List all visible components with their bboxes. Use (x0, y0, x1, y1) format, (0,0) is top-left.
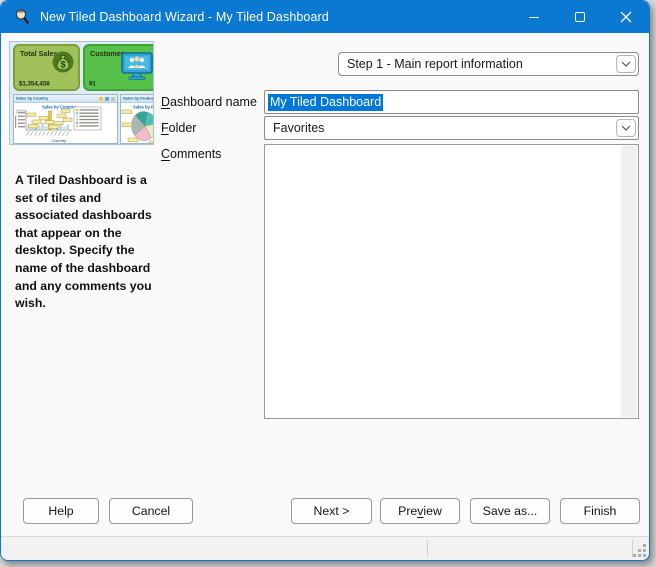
preview-tile-total-sales: Total Sales $ $1,354,458 (13, 44, 80, 91)
tile-value: $1,354,458 (19, 80, 50, 87)
comments-label: Comments (161, 147, 221, 161)
mini-bar-chart (14, 104, 117, 138)
grid-icon (111, 97, 115, 101)
dashboard-name-label: Dashboard name (161, 95, 257, 109)
label-rest: ashboard name (170, 95, 257, 109)
folder-select[interactable]: Favorites (264, 116, 639, 140)
folder-label: Folder (161, 121, 196, 135)
export-icon (99, 97, 103, 101)
comments-textarea[interactable] (266, 146, 621, 417)
comments-field (264, 144, 639, 419)
description-text: A Tiled Dashboard is a set of tiles and … (15, 172, 158, 313)
chevron-down-icon (621, 61, 631, 67)
mini-pie-chart (121, 108, 154, 144)
chevron-down-icon (621, 125, 631, 131)
title-bar[interactable]: New Tiled Dashboard Wizard - My Tiled Da… (1, 1, 649, 33)
label-mnemonic: C (161, 147, 170, 161)
comments-scrollbar[interactable] (621, 146, 637, 417)
status-bar (1, 536, 649, 560)
finish-button[interactable]: Finish (560, 498, 640, 524)
status-divider (427, 540, 428, 557)
preview-tile-customers: Customers 91 (83, 44, 154, 91)
panel-title: Sales by Product Category (123, 96, 154, 100)
preview-panel-sales-by-product: Sales by Product Category Sales by Produ… (120, 94, 154, 144)
dashboard-preview: Total Sales $ $1,354,458 Customers (9, 41, 154, 145)
minimize-icon (529, 17, 539, 18)
refresh-icon (105, 97, 109, 101)
preview-label-post: iew (423, 504, 441, 518)
label-rest: omments (170, 147, 221, 161)
minimize-button[interactable] (511, 1, 557, 33)
step-selector[interactable]: Step 1 - Main report information (338, 52, 639, 76)
step-selector-value: Step 1 - Main report information (347, 57, 523, 71)
cancel-button[interactable]: Cancel (109, 498, 193, 524)
label-rest: older (169, 121, 197, 135)
preview-panel-sales-by-country: Sales by Country Sales by Country (13, 94, 118, 144)
selected-text: My Tiled Dashboard (268, 94, 383, 111)
window-title: New Tiled Dashboard Wizard - My Tiled Da… (40, 10, 329, 24)
maximize-icon (575, 12, 585, 22)
folder-select-value: Favorites (273, 121, 324, 135)
wizard-wand-icon (14, 9, 31, 26)
label-mnemonic: D (161, 95, 170, 109)
customers-monitor-icon (120, 52, 154, 82)
step-selector-drop-button[interactable] (616, 55, 636, 73)
panel-header: Sales by Product Category (121, 95, 154, 103)
preview-label-pre: Pre (398, 504, 417, 518)
svg-text:$: $ (60, 60, 65, 70)
maximize-button[interactable] (557, 1, 603, 33)
close-icon (620, 11, 632, 23)
save-as-button[interactable]: Save as... (470, 498, 550, 524)
mini-chart-xlabel: Country (52, 139, 66, 144)
resize-grip[interactable] (633, 544, 646, 557)
panel-header: Sales by Country (14, 95, 117, 103)
close-button[interactable] (603, 1, 649, 33)
next-button[interactable]: Next > (291, 498, 372, 524)
label-mnemonic: F (161, 121, 169, 135)
panel-toolbar-icons (99, 97, 115, 101)
panel-title: Sales by Country (16, 96, 48, 100)
preview-button[interactable]: Preview (380, 498, 460, 524)
help-button[interactable]: Help (23, 498, 99, 524)
money-bag-icon: $ (51, 51, 75, 77)
tile-value: 91 (89, 80, 96, 87)
folder-select-drop-button[interactable] (616, 119, 636, 137)
dashboard-name-input[interactable]: My Tiled Dashboard (264, 90, 639, 114)
wizard-window: New Tiled Dashboard Wizard - My Tiled Da… (0, 0, 650, 561)
